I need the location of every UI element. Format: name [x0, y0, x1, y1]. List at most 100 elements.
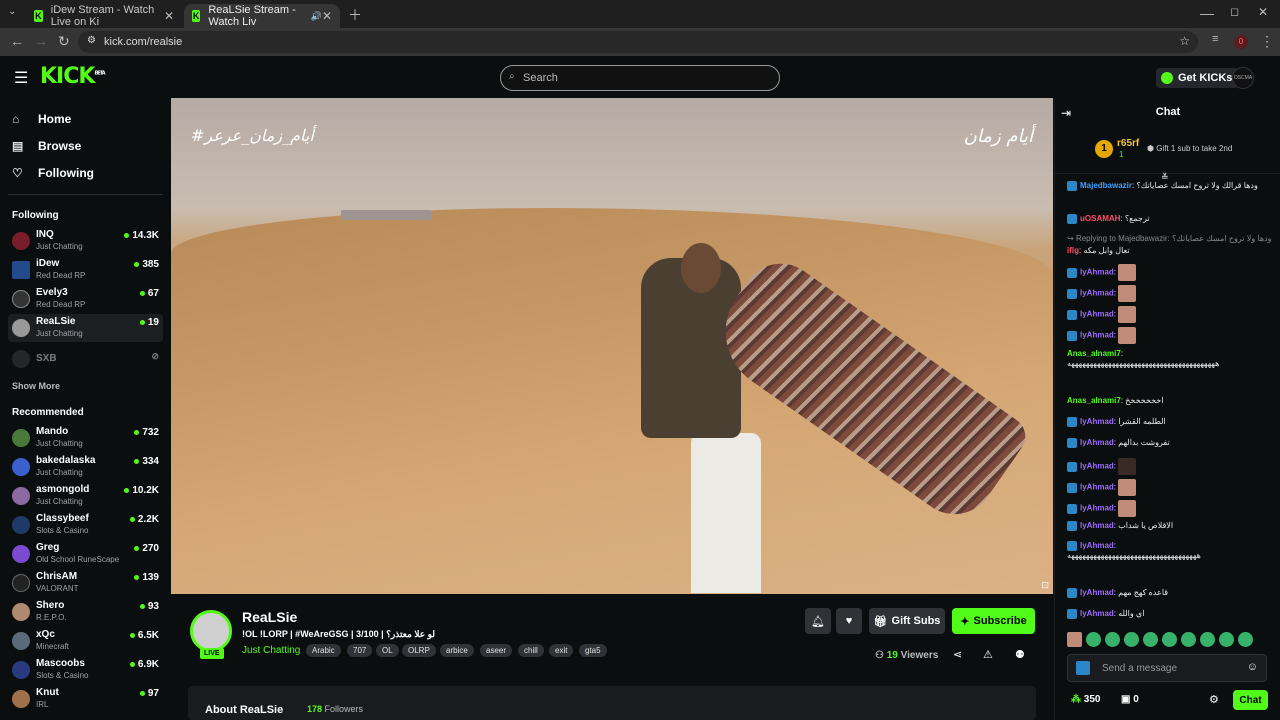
sidebar-channel-realsie[interactable]: ReaLSie Just Chatting 19	[8, 314, 163, 342]
forward-arrow-icon[interactable]: →	[34, 33, 48, 49]
leaderboard-user[interactable]: r65rf	[1117, 138, 1139, 149]
browse-icon: ▤	[12, 139, 24, 153]
emote-button[interactable]	[1162, 632, 1177, 647]
close-window-button[interactable]: ✕	[1258, 5, 1268, 19]
avatar	[12, 545, 30, 563]
sidebar-channel-knut[interactable]: Knut IRL 97	[8, 685, 163, 713]
emote-button[interactable]	[1181, 632, 1196, 647]
sidebar-channel-classybeef[interactable]: Classybeef Slots & Casino 2.2K	[8, 511, 163, 539]
gift-subs-button[interactable]: 🎁︎ Gift Subs	[869, 608, 945, 634]
send-chat-button[interactable]: Chat	[1233, 690, 1268, 710]
sidebar-channel-xqc[interactable]: xQc Minecraft 6.5K	[8, 627, 163, 655]
nav-following[interactable]: ♡ Following	[12, 166, 94, 180]
chat-message: lyAhmad:	[1067, 264, 1272, 281]
emote-button[interactable]	[1105, 632, 1120, 647]
emote-button[interactable]	[1200, 632, 1215, 647]
bookmark-star-icon[interactable]: ☆	[1179, 34, 1190, 48]
emote	[1118, 306, 1137, 323]
kicks-balance[interactable]: ⁂ 350	[1071, 694, 1100, 705]
sidebar-channel-mascoobs[interactable]: Mascoobs Slots & Casino 6.9K	[8, 656, 163, 684]
stream-tag[interactable]: 707	[347, 644, 373, 657]
user-avatar[interactable]: OSCMA	[1232, 67, 1254, 89]
stream-tag[interactable]: aseer	[480, 644, 513, 657]
chat-settings-icon[interactable]: ⚙	[1209, 693, 1219, 706]
chat-message: lyAhmad:	[1067, 285, 1272, 302]
emote-button[interactable]	[1067, 632, 1082, 647]
close-tab-icon[interactable]: ✕	[322, 9, 332, 23]
streamer-name[interactable]: ReaLSie	[242, 609, 297, 625]
nav-browse[interactable]: ▤ Browse	[12, 139, 81, 153]
browser-menu-icon[interactable]: ⋮	[1260, 33, 1274, 50]
tab-list-button[interactable]: ⌄	[8, 6, 16, 17]
notification-bell-button[interactable]: 🔔︎	[805, 608, 831, 634]
streamer-avatar[interactable]	[190, 610, 232, 652]
get-kicks-button[interactable]: Get KICKs	[1156, 68, 1239, 88]
about-title: About ReaLSie	[205, 704, 284, 716]
follow-heart-button[interactable]: ♥	[836, 608, 862, 634]
video-player[interactable]: #أيام_زمان_عرعر أيام زمان ⊡	[171, 98, 1053, 594]
sidebar-channel-idew[interactable]: iDew Red Dead RP 385	[8, 256, 163, 284]
stream-tag[interactable]: Arabic	[306, 644, 341, 657]
url-field[interactable]: ⚙ kick.com/realsie ☆	[78, 31, 1198, 53]
kick-logo[interactable]: KICKBETA	[40, 64, 106, 89]
site-info-icon[interactable]: ⚙	[87, 35, 96, 46]
emote-button[interactable]	[1219, 632, 1234, 647]
hamburger-menu-icon[interactable]: ☰	[14, 68, 28, 88]
gift-leaderboard: 1 r65rf 1 ⬢ Gift 1 sub to take 2nd	[1055, 128, 1280, 174]
back-arrow-icon[interactable]: ←	[10, 33, 24, 49]
stream-tag[interactable]: gta5	[579, 644, 607, 657]
stream-tag[interactable]: OL	[376, 644, 399, 657]
add-user-icon[interactable]: ⚉	[1015, 648, 1025, 661]
extension-badge[interactable]: 0	[1234, 35, 1248, 49]
stream-tag[interactable]: chill	[518, 644, 544, 657]
gifts-balance[interactable]: ▣ 0	[1121, 694, 1139, 705]
stream-tag[interactable]: arbice	[440, 644, 474, 657]
browser-tab-realsie[interactable]: K ReaLSie Stream - Watch Liv 🔊 ✕	[184, 4, 340, 28]
emote-button[interactable]	[1124, 632, 1139, 647]
minimize-window-button[interactable]: —	[1200, 5, 1214, 21]
emote-button[interactable]	[1143, 632, 1158, 647]
channel-name: iDew	[36, 258, 60, 269]
browser-tab-idew[interactable]: K iDew Stream - Watch Live on Ki ✕	[26, 4, 182, 28]
chat-message-input[interactable]: Send a message ☺	[1067, 654, 1267, 682]
stream-category[interactable]: Just Chatting	[242, 645, 300, 656]
emote-button[interactable]	[1238, 632, 1253, 647]
sidebar-channel-shero[interactable]: Shero R.E.P.O. 93	[8, 598, 163, 626]
search-placeholder: Search	[523, 72, 558, 84]
viewer-count: 6.5K	[129, 630, 159, 641]
gift-icon: 🎁︎	[873, 615, 888, 628]
share-icon[interactable]: ⋖	[953, 648, 962, 661]
stream-tag[interactable]: OLRP	[402, 644, 436, 657]
sidebar-channel-inq[interactable]: INQ Just Chatting 14.3K	[8, 227, 163, 255]
nav-home[interactable]: ⌂ Home	[12, 112, 71, 126]
avatar	[12, 429, 30, 447]
sidebar-channel-chrisam[interactable]: ChrisAM VALORANT 139	[8, 569, 163, 597]
emote-button[interactable]	[1086, 632, 1101, 647]
sidebar-channel-evely3[interactable]: Evely3 Red Dead RP 67	[8, 285, 163, 313]
viewer-count: 270	[134, 543, 159, 554]
channel-category: VALORANT	[36, 584, 79, 593]
emoji-picker-icon[interactable]: ☺	[1247, 661, 1258, 673]
sidebar-channel-asmongold[interactable]: asmongold Just Chatting 10.2K	[8, 482, 163, 510]
sidebar-channel-greg[interactable]: Greg Old School RuneScape 270	[8, 540, 163, 568]
show-more-link[interactable]: Show More	[12, 381, 60, 391]
gift-sub-prompt[interactable]: ⬢ Gift 1 sub to take 2nd	[1147, 144, 1232, 153]
close-tab-icon[interactable]: ✕	[164, 9, 174, 23]
search-input[interactable]: ⌕ Search	[500, 65, 780, 91]
sidebar-channel-mando[interactable]: Mando Just Chatting 732	[8, 424, 163, 452]
chat-message: lyAhmad:	[1067, 327, 1272, 344]
media-controls-icon[interactable]: ≡	[1212, 33, 1218, 45]
sidebar-channel-sxb[interactable]: SXB ⊘	[8, 345, 163, 373]
reload-icon[interactable]: ↻	[58, 33, 70, 50]
channel-category: Minecraft	[36, 642, 69, 651]
stream-tag[interactable]: exit	[549, 644, 574, 657]
report-warning-icon[interactable]: ⚠	[983, 648, 993, 661]
maximize-window-button[interactable]: ◻	[1230, 5, 1239, 18]
viewer-count: 6.9K	[129, 659, 159, 670]
video-settings-icon[interactable]: ⊡	[1041, 580, 1049, 591]
new-tab-button[interactable]: ＋	[348, 5, 362, 25]
avatar	[12, 487, 30, 505]
subscribe-button[interactable]: ✦ Subscribe	[952, 608, 1035, 634]
sidebar-channel-bakedalaska[interactable]: bakedalaska Just Chatting 334	[8, 453, 163, 481]
speaker-icon[interactable]: 🔊	[311, 11, 322, 22]
